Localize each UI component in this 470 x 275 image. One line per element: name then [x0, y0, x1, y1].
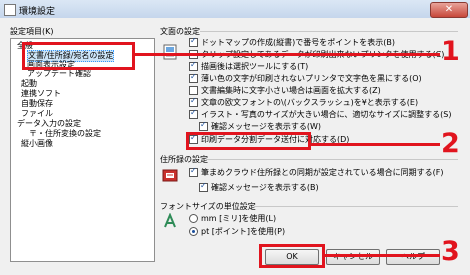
font-section-rule [254, 206, 458, 207]
callout-line-1 [135, 53, 440, 56]
tree-item-thumbnail[interactable]: 縦小画像 [21, 139, 53, 149]
settings-tree[interactable]: 全般 文書/住所録/宛名の設定 画面表示設定 アップデート確認 起動 連携ソフト… [10, 38, 155, 262]
tree-item-data-input[interactable]: データ入力の設定 [17, 119, 81, 129]
addr-section-rule [206, 159, 458, 160]
tree-item-file[interactable]: ファイル [21, 109, 53, 119]
checkbox-confirm-sync[interactable] [199, 181, 208, 192]
addr-section-title: 住所録の設定 [160, 155, 208, 164]
opt-confirm-resize[interactable]: 確認メッセージを表示する(W) [199, 120, 321, 132]
title-bar: 環境設定 ✕ [0, 0, 470, 19]
tree-item-autosave[interactable]: 自動保存 [21, 99, 53, 109]
callout-box-3 [259, 244, 325, 268]
opt-unit-pt[interactable]: pt [ポイント]を使用(P) [189, 227, 285, 237]
address-book-icon [162, 169, 178, 182]
opt-select-tool[interactable]: 描画後は選択ツールにする(T) [189, 60, 308, 72]
opt-confirm-sync[interactable]: 確認メッセージを表示する(B) [199, 181, 319, 193]
checkbox-dotmap[interactable] [189, 36, 198, 47]
callout-number-1: 1 [441, 36, 460, 67]
checkbox-select-tool[interactable] [189, 60, 198, 71]
opt-dotmap[interactable]: ドットマップの作成(縦書)で番号をポイントを表示(B) [189, 36, 395, 48]
font-size-icon [164, 213, 176, 228]
help-button[interactable]: ヘルプ [386, 249, 440, 265]
cancel-button[interactable]: キャンセル [326, 249, 380, 265]
opt-cloud-sync[interactable]: 筆まめクラウド住所録との同期が設定されている場合に同期する(F) [189, 166, 444, 178]
opt-unit-mm[interactable]: mm [ミリ]を使用(L) [189, 214, 276, 224]
checkbox-resize-images[interactable] [189, 108, 198, 119]
window-title: 環境設定 [19, 7, 56, 17]
doc-section-rule [200, 31, 458, 32]
tree-label: 設定項目(K) [10, 27, 54, 36]
tree-item-update[interactable]: アップデート確認 [27, 69, 91, 79]
callout-number-2: 2 [441, 128, 460, 159]
checkbox-backslash-yen[interactable] [189, 96, 198, 107]
radio-unit-mm[interactable] [189, 214, 198, 223]
callout-box-2 [186, 132, 311, 150]
tree-item-linked-software[interactable]: 連携ソフト [21, 89, 61, 99]
opt-resize-images[interactable]: イラスト・写真のサイズが大きい場合に、適切なサイズに調整する(S) [189, 108, 451, 120]
close-button[interactable]: ✕ [430, 2, 468, 18]
opt-backslash-yen[interactable]: 文章の欧文フォントの\(バックスラッシュ)を¥と表示する(E) [189, 96, 418, 108]
font-section-title: フォントサイズの単位設定 [160, 202, 256, 211]
callout-number-3: 3 [441, 236, 460, 267]
callout-line-3 [325, 254, 440, 257]
callout-line-2 [311, 143, 440, 146]
checkbox-zoom-small-text[interactable] [189, 86, 198, 95]
callout-box-1 [22, 42, 135, 70]
opt-zoom-small-text[interactable]: 文書編集時に文字小さい場合は画面を拡大する(Z) [189, 86, 381, 96]
checkbox-confirm-resize[interactable] [199, 120, 208, 131]
checkbox-black-text[interactable] [189, 72, 198, 83]
checkbox-cloud-sync[interactable] [189, 166, 198, 177]
document-settings-icon [163, 44, 177, 60]
tree-item-startup[interactable]: 起動 [21, 79, 37, 89]
tree-item-postal[interactable]: 〒・住所変換の設定 [29, 129, 101, 139]
opt-black-text[interactable]: 薄い色の文字が印刷されないプリンタで文字色を黒にする(O) [189, 72, 422, 84]
radio-unit-pt[interactable] [189, 227, 198, 236]
app-icon [4, 4, 16, 16]
